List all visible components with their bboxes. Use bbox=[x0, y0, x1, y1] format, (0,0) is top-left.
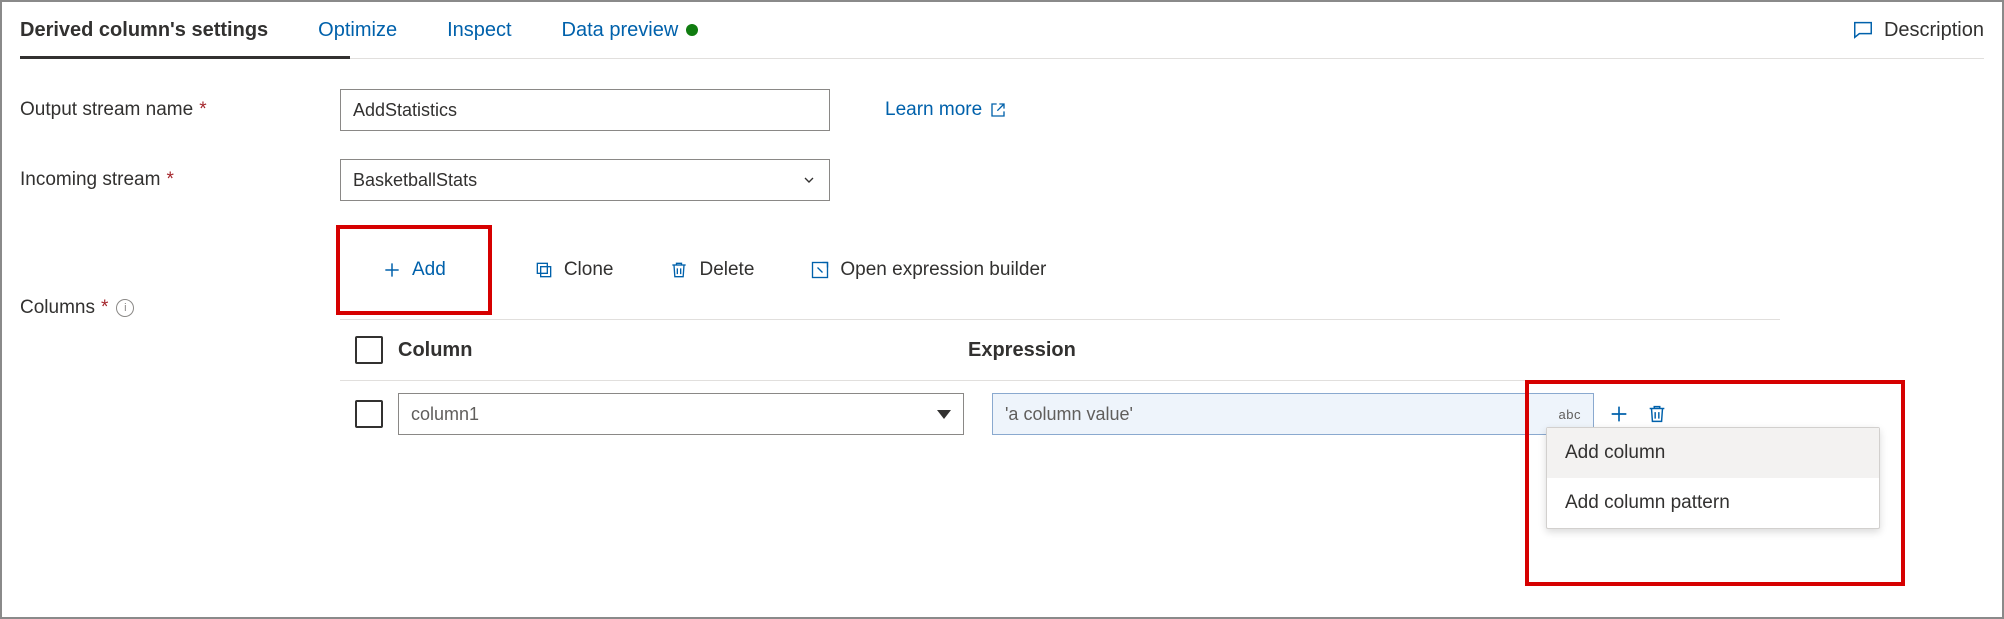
table-row: column1 'a column value' abc bbox=[340, 381, 1780, 435]
caret-down-icon bbox=[937, 410, 951, 419]
incoming-stream-select[interactable]: BasketballStats bbox=[340, 159, 830, 201]
menu-item-add-column-pattern[interactable]: Add column pattern bbox=[1547, 478, 1879, 528]
columns-label: Columns * i bbox=[20, 297, 340, 319]
active-tab-underline bbox=[20, 56, 350, 59]
preview-ready-dot-icon bbox=[686, 24, 698, 36]
column-name-placeholder: column1 bbox=[411, 404, 479, 425]
column-name-input[interactable]: column1 bbox=[398, 393, 964, 435]
tab-optimize[interactable]: Optimize bbox=[318, 2, 417, 58]
open-builder-icon bbox=[810, 260, 830, 280]
column-header-expression: Expression bbox=[968, 339, 1780, 362]
learn-more-link[interactable]: Learn more bbox=[885, 99, 1006, 121]
columns-table-header: Column Expression bbox=[340, 320, 1780, 381]
row-checkbox[interactable] bbox=[355, 400, 383, 428]
incoming-stream-label: Incoming stream * bbox=[20, 169, 340, 191]
tab-inspect[interactable]: Inspect bbox=[447, 2, 531, 58]
expression-input[interactable]: 'a column value' abc bbox=[992, 393, 1594, 435]
tab-settings[interactable]: Derived column's settings bbox=[20, 2, 288, 58]
output-stream-value: AddStatistics bbox=[353, 100, 457, 121]
info-icon[interactable]: i bbox=[116, 299, 134, 317]
plus-icon bbox=[1608, 403, 1630, 425]
columns-toolbar: Add Clone Delete bbox=[340, 225, 1780, 320]
plus-icon bbox=[382, 260, 402, 280]
clone-button[interactable]: Clone bbox=[520, 251, 628, 289]
open-expression-builder-button[interactable]: Open expression builder bbox=[796, 251, 1060, 289]
type-badge: abc bbox=[1559, 407, 1581, 422]
tab-bar: Derived column's settings Optimize Inspe… bbox=[20, 2, 1984, 59]
description-button[interactable]: Description bbox=[1852, 19, 1984, 42]
chevron-down-icon bbox=[801, 172, 817, 188]
add-context-menu: Add column Add column pattern bbox=[1546, 427, 1880, 529]
copy-icon bbox=[534, 260, 554, 280]
output-stream-label: Output stream name * bbox=[20, 99, 340, 121]
required-asterisk: * bbox=[199, 99, 206, 121]
tab-data-preview-label: Data preview bbox=[562, 19, 679, 42]
required-asterisk: * bbox=[101, 297, 108, 319]
delete-button[interactable]: Delete bbox=[655, 251, 768, 289]
comment-icon bbox=[1852, 19, 1874, 41]
trash-icon bbox=[1646, 403, 1668, 425]
tab-data-preview[interactable]: Data preview bbox=[562, 2, 719, 58]
menu-item-add-column[interactable]: Add column bbox=[1547, 428, 1879, 478]
select-all-checkbox[interactable] bbox=[355, 336, 383, 364]
row-delete-button[interactable] bbox=[1646, 403, 1668, 425]
required-asterisk: * bbox=[166, 169, 173, 191]
trash-icon bbox=[669, 260, 689, 280]
output-stream-input[interactable]: AddStatistics bbox=[340, 89, 830, 131]
add-button-highlight: Add bbox=[336, 225, 492, 315]
external-link-icon bbox=[990, 102, 1006, 118]
add-button[interactable]: Add bbox=[368, 251, 460, 289]
expression-placeholder: 'a column value' bbox=[1005, 404, 1133, 425]
incoming-stream-value: BasketballStats bbox=[353, 170, 477, 191]
row-add-button[interactable] bbox=[1608, 403, 1630, 425]
description-label: Description bbox=[1884, 19, 1984, 42]
column-header-name: Column bbox=[398, 339, 968, 362]
